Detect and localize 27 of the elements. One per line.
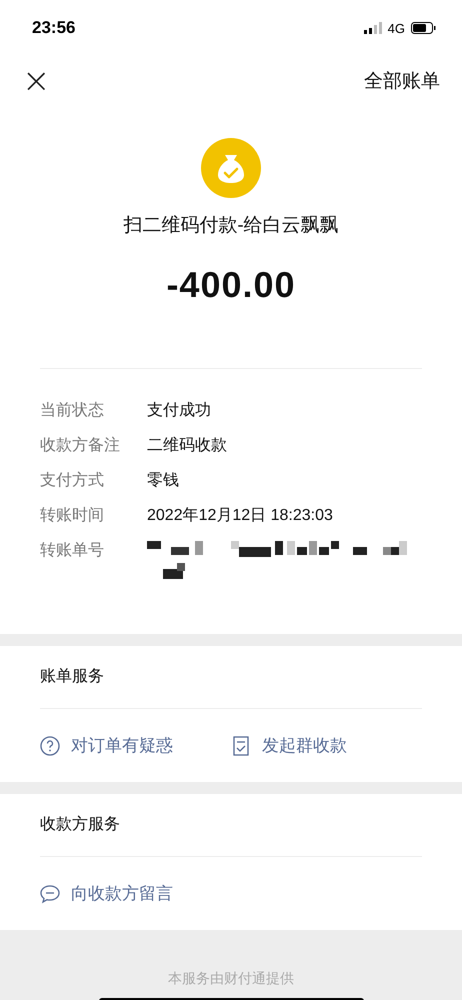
service-link[interactable]: 发起群收款 [231,734,422,757]
detail-value: 二维码收款 [147,436,228,456]
detail-value: 2022年12月12日 18:23:03 [147,506,334,526]
amount: -400.00 [166,264,296,306]
close-button[interactable]: × [22,64,50,98]
detail-label: 转账时间 [40,506,105,526]
section-title: 收款方服务 [40,794,422,857]
document-check-icon [231,736,251,756]
section-title: 账单服务 [40,646,422,709]
detail-label: 支付方式 [40,471,105,491]
network-label: 4G [388,20,405,36]
payment-title: 扫二维码付款-给白云飘飘 [123,214,339,238]
signal-icon [364,22,382,34]
service-link[interactable]: 向收款方留言 [40,882,246,905]
detail-value: 零钱 [147,471,180,491]
money-bag-icon [201,138,261,198]
all-bills-link[interactable]: 全部账单 [364,68,440,94]
footer-note: 本服务由财付通提供 [168,970,294,988]
clock: 23:56 [32,18,76,38]
detail-label: 转账单号 [40,541,105,561]
service-link[interactable]: 对订单有疑惑 [40,734,231,757]
help-icon [40,736,60,756]
chat-bubble-icon [40,884,60,904]
battery-icon [411,22,436,34]
detail-value: 支付成功 [147,401,212,421]
detail-label: 当前状态 [40,401,105,421]
detail-label: 收款方备注 [40,436,121,456]
